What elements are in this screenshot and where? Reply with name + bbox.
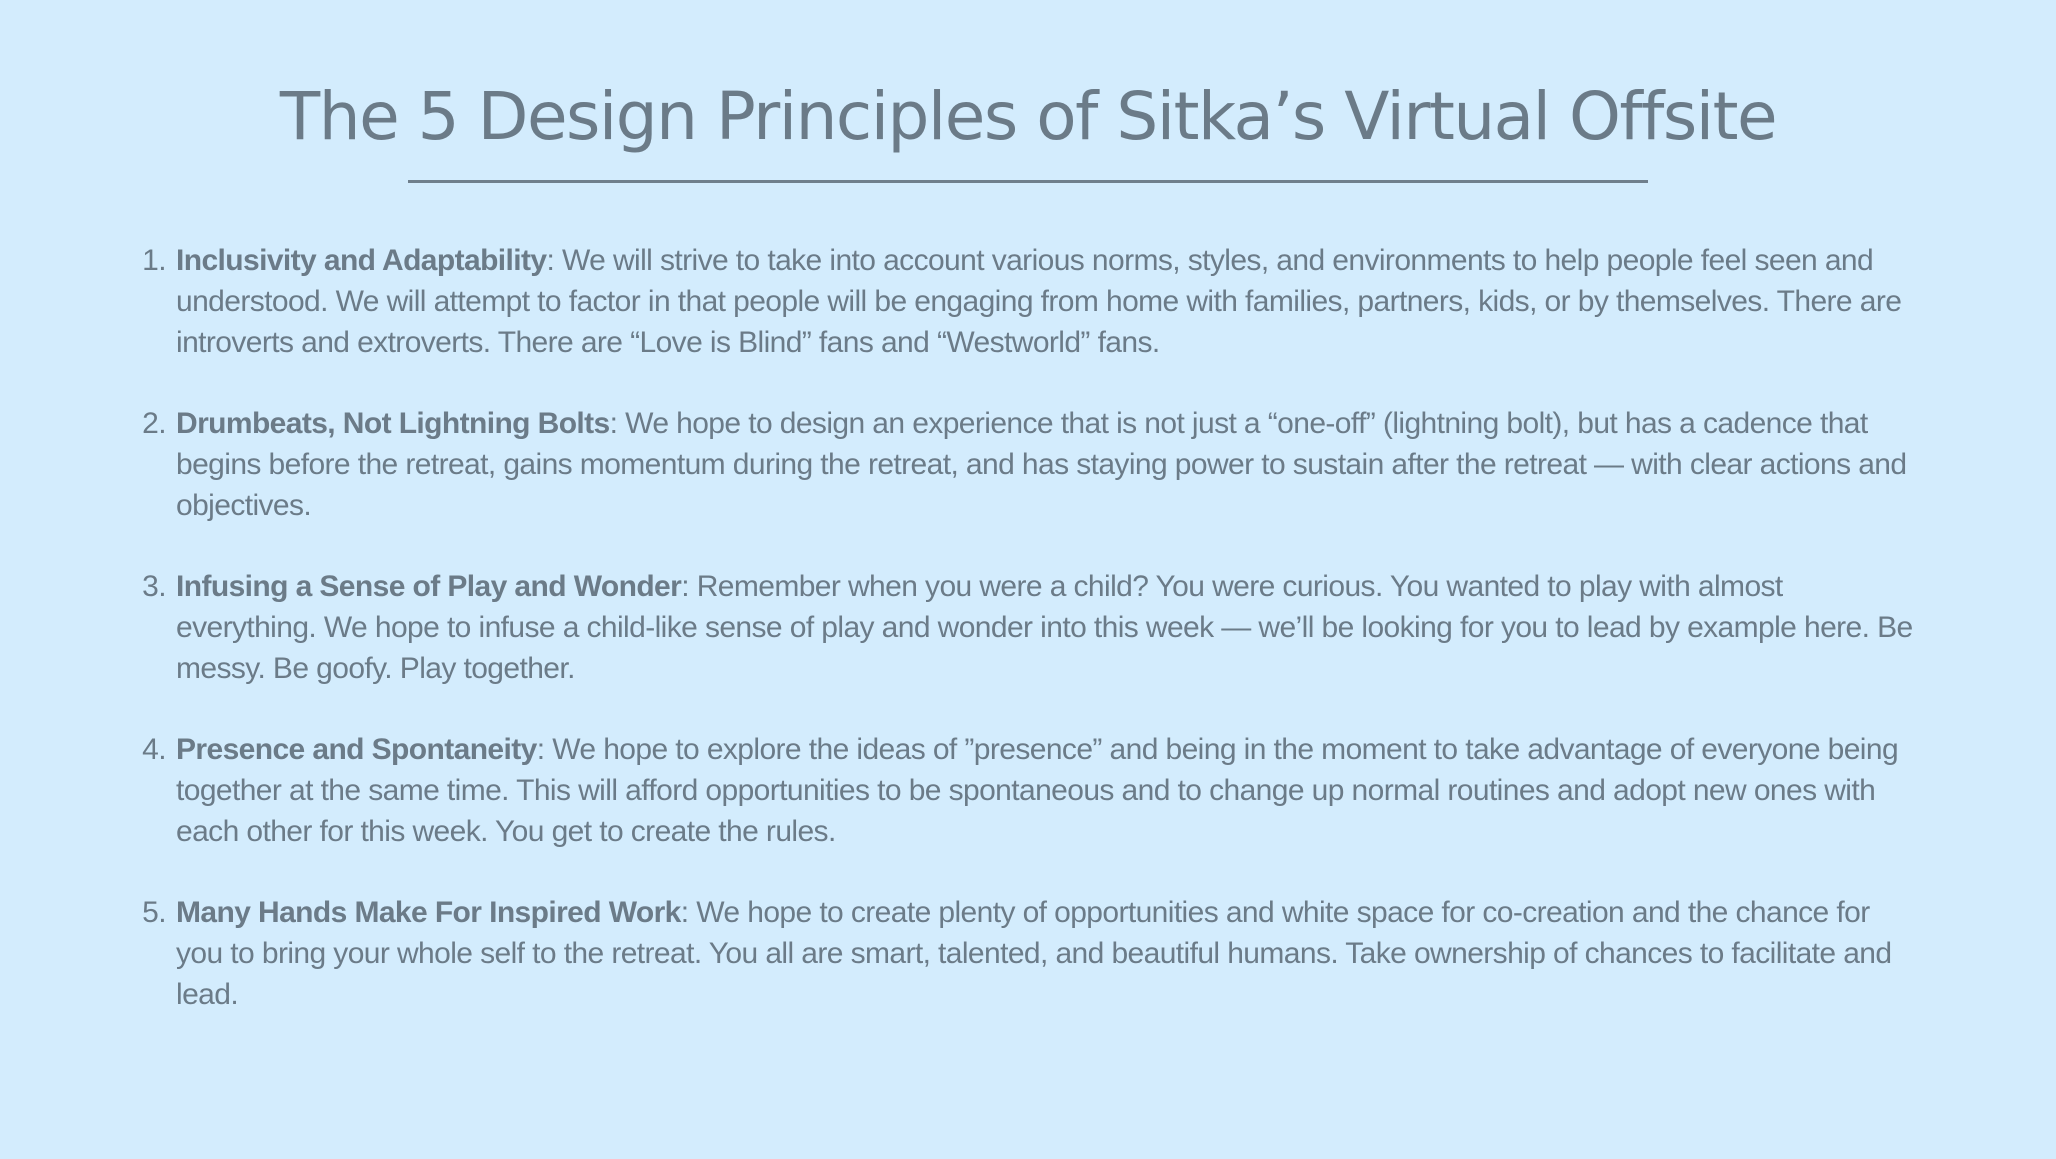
slide: The 5 Design Principles of Sitka’s Virtu… xyxy=(0,0,2056,1159)
principle-item-2: 2. Drumbeats, Not Lightning Bolts: We ho… xyxy=(120,403,1920,526)
slide-title: The 5 Design Principles of Sitka’s Virtu… xyxy=(279,78,1778,155)
title-underline xyxy=(408,180,1648,183)
principle-term: Drumbeats, Not Lightning Bolts xyxy=(176,407,610,440)
principle-separator: : xyxy=(681,570,689,603)
principle-item-3: 3. Infusing a Sense of Play and Wonder: … xyxy=(120,566,1920,689)
principle-number: 5. xyxy=(142,896,166,929)
principles-list: 1. Inclusivity and Adaptability: We will… xyxy=(120,240,1920,1055)
principle-body: Inclusivity and Adaptability: We will st… xyxy=(166,240,1920,363)
principle-body: Drumbeats, Not Lightning Bolts: We hope … xyxy=(166,403,1920,526)
principle-number: 4. xyxy=(142,733,166,766)
principle-number: 1. xyxy=(142,244,166,277)
principle-term: Presence and Spontaneity xyxy=(176,733,537,766)
principle-body: Presence and Spontaneity: We hope to exp… xyxy=(166,729,1920,852)
principle-body: Many Hands Make For Inspired Work: We ho… xyxy=(166,892,1920,1015)
principle-term: Inclusivity and Adaptability xyxy=(176,244,547,277)
principle-separator: : xyxy=(680,896,689,929)
principle-number: 2. xyxy=(142,407,166,440)
principle-item-4: 4. Presence and Spontaneity: We hope to … xyxy=(120,729,1920,852)
principle-term: Infusing a Sense of Play and Wonder xyxy=(176,570,682,603)
principle-item-5: 5. Many Hands Make For Inspired Work: We… xyxy=(120,892,1920,1015)
principle-item-1: 1. Inclusivity and Adaptability: We will… xyxy=(120,240,1920,363)
principle-body: Infusing a Sense of Play and Wonder: Rem… xyxy=(166,566,1920,689)
principle-number: 3. xyxy=(142,570,166,603)
principle-term: Many Hands Make For Inspired Work xyxy=(176,896,681,929)
